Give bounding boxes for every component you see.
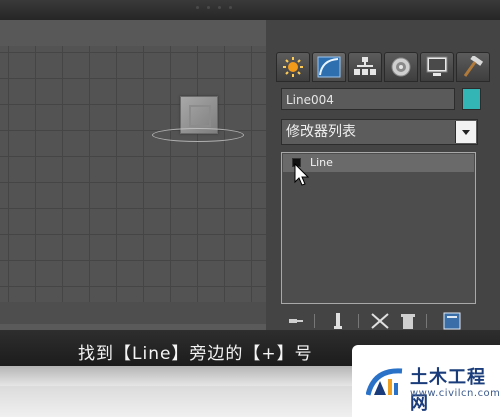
stack-toolbar [280,312,480,330]
viewport-label-area [0,20,266,46]
subtitle-text: 找到【Line】旁边的【+】号 [78,344,313,364]
modifier-list-label: 修改器列表 [286,124,356,140]
chevron-down-icon[interactable] [455,121,476,143]
tab-modify[interactable] [312,52,346,82]
viewport-bottom-area [0,302,266,324]
tab-motion[interactable] [384,52,418,82]
monitor-icon [426,56,448,76]
modifier-stack[interactable]: Line [281,152,476,304]
viewport-object-ring [152,128,244,142]
watermark: 土木工程网 www.civilcn.com [352,345,500,417]
hammer-icon [463,56,484,77]
modifier-list-dropdown[interactable]: 修改器列表 [281,119,478,145]
remove-modifier-icon[interactable] [398,312,418,330]
curve-modify-icon [317,56,341,78]
show-end-result-icon[interactable] [328,312,348,330]
hierarchy-icon [354,57,376,75]
watermark-url: www.civilcn.com [410,388,500,399]
title-bar-dots [196,6,232,9]
tab-utilities[interactable] [456,52,490,82]
motion-disc-icon [391,57,411,77]
stack-item-label: Line [310,156,333,169]
top-title-bar [0,0,500,21]
tab-create[interactable] [276,52,310,82]
command-panel-tabs [276,52,490,82]
pin-stack-icon[interactable] [286,312,306,330]
sun-star-icon [283,57,303,77]
object-color-swatch[interactable] [462,88,481,110]
mouse-cursor-icon [294,163,310,186]
tab-hierarchy[interactable] [348,52,382,82]
viewport-grid[interactable] [0,46,267,302]
civilcn-logo-icon [366,368,403,396]
stack-item-line[interactable]: Line [283,154,474,172]
make-unique-icon[interactable] [370,312,390,330]
object-name-field[interactable]: Line004 [281,88,455,110]
configure-modifier-sets-icon[interactable] [442,312,462,330]
tab-display[interactable] [420,52,454,82]
